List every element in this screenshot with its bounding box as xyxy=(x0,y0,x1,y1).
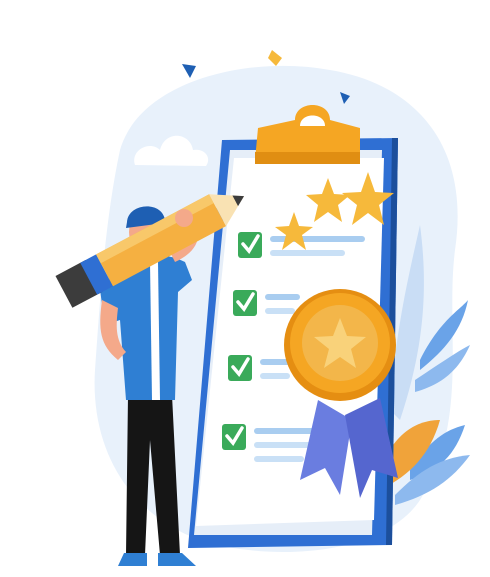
person-hand xyxy=(175,209,193,227)
illustration-stage xyxy=(0,0,490,577)
confetti-icon xyxy=(268,50,282,66)
confetti-icon xyxy=(182,64,196,78)
shoe-icon xyxy=(118,553,147,566)
shoe-icon xyxy=(158,553,196,566)
medal-icon xyxy=(284,289,396,401)
checklist-illustration xyxy=(55,50,470,566)
